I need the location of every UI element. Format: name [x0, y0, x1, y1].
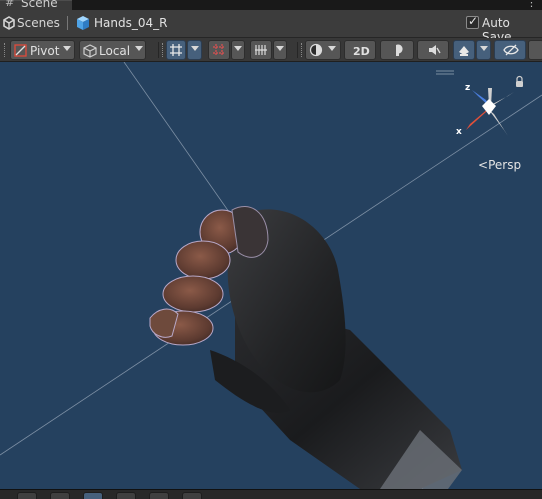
increment-snap-button[interactable]	[208, 40, 230, 60]
tools-overlay	[0, 489, 542, 499]
breadcrumb-separator	[67, 16, 68, 30]
scene-toolbar: Pivot Local 2D	[0, 38, 542, 62]
toolbar-grip[interactable]	[4, 43, 6, 57]
grid-snap-dropdown[interactable]	[187, 40, 202, 60]
local-cube-icon	[83, 44, 97, 58]
move-tool-button[interactable]	[50, 492, 70, 499]
persp-label: Persp	[488, 158, 522, 172]
breadcrumb-scenes[interactable]: Scenes	[17, 16, 60, 30]
grid-display-dropdown[interactable]	[273, 40, 287, 60]
effects-toggle[interactable]	[453, 40, 475, 60]
finger-ring	[162, 275, 224, 313]
grid-snap-icon	[170, 44, 182, 56]
breadcrumb: Scenes Hands_04_R ✓ Auto Save	[0, 10, 542, 44]
view-tool-button[interactable]	[17, 492, 37, 499]
orientation-gizmo	[466, 88, 514, 136]
scale-tool-button[interactable]	[116, 492, 136, 499]
shading-mode-icon	[309, 43, 323, 57]
transform-tool-button[interactable]	[182, 492, 202, 499]
audio-toggle[interactable]	[417, 40, 449, 60]
grid-display-button[interactable]	[250, 40, 272, 60]
toolbar-divider	[297, 42, 298, 58]
effects-icon	[459, 46, 469, 56]
unity-scenes-icon[interactable]	[2, 16, 16, 30]
toolbar-grip[interactable]	[162, 43, 164, 57]
lock-icon	[516, 81, 523, 87]
audio-mute-icon	[429, 45, 441, 55]
toolbar-overflow-button[interactable]	[528, 40, 542, 60]
gizmo-axis-neg-z	[489, 110, 508, 136]
increment-snap-dropdown[interactable]	[231, 40, 245, 60]
chevron-down-icon	[276, 46, 284, 51]
lighting-toggle[interactable]	[380, 40, 414, 60]
tab-scene-label: Scene	[21, 0, 58, 10]
axis-z-label: z	[465, 83, 471, 93]
local-dropdown[interactable]: Local	[79, 40, 146, 60]
chevron-down-icon	[191, 46, 199, 51]
pivot-icon	[14, 44, 27, 57]
persp-chevron-icon: <	[478, 158, 489, 172]
increment-snap-icon	[213, 44, 225, 56]
chevron-down-icon	[328, 46, 336, 51]
chevron-down-icon	[63, 46, 71, 51]
axis-x-label: x	[456, 127, 462, 137]
eye-hidden-icon	[503, 44, 519, 56]
projection-toggle[interactable]: <Persp	[478, 158, 521, 172]
tab-scene[interactable]: # Scene	[0, 0, 72, 10]
gizmo-axis-x	[466, 108, 489, 130]
kebab-menu-icon[interactable]: ⋮	[526, 0, 537, 9]
pivot-label: Pivot	[30, 44, 60, 58]
shading-mode-dropdown[interactable]	[305, 40, 341, 60]
chevron-down-icon	[234, 46, 242, 51]
autosave-checkbox[interactable]: ✓	[466, 14, 479, 29]
grid-display-icon	[255, 45, 267, 55]
rect-tool-button[interactable]	[149, 492, 169, 499]
rotate-tool-button[interactable]	[83, 492, 103, 499]
scene-visibility-toggle[interactable]	[494, 40, 526, 60]
checkmark-icon: ✓	[468, 14, 479, 28]
mode-2d-toggle[interactable]: 2D	[344, 40, 376, 60]
tab-bar: # Scene ⋮	[0, 0, 542, 10]
prefab-cube-icon	[77, 16, 89, 30]
pivot-dropdown[interactable]: Pivot	[10, 40, 75, 60]
toolbar-grip[interactable]	[301, 43, 303, 57]
local-label: Local	[99, 44, 131, 58]
lighting-icon	[396, 44, 403, 56]
scene-tab-icon: #	[5, 0, 15, 9]
grid-snap-button[interactable]	[166, 40, 186, 60]
effects-dropdown[interactable]	[476, 40, 491, 60]
scene-viewport[interactable]: z x <Persp	[0, 62, 542, 489]
toolbar-divider	[158, 42, 159, 58]
finger-middle	[175, 240, 231, 280]
mode-2d-label: 2D	[353, 45, 370, 58]
chevron-down-icon	[135, 46, 143, 51]
breadcrumb-scene-name[interactable]: Hands_04_R	[94, 16, 167, 30]
chevron-down-icon	[480, 46, 488, 51]
